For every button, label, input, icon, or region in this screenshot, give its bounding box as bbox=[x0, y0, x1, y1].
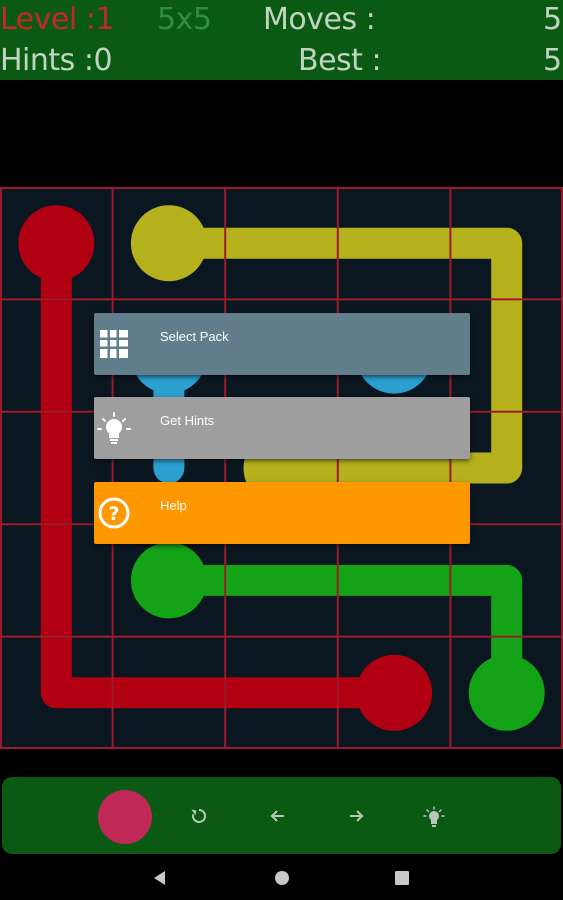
get-hints-label: Get Hints bbox=[160, 413, 215, 428]
help-button[interactable]: ? Help bbox=[94, 482, 470, 544]
hints-label: Hints :0 bbox=[0, 43, 113, 78]
recents-button[interactable] bbox=[390, 866, 414, 890]
current-color-indicator[interactable] bbox=[98, 790, 152, 844]
get-hints-button[interactable]: Get Hints bbox=[94, 397, 470, 459]
system-navigation-bar bbox=[0, 854, 563, 900]
level-label: Level :1 bbox=[0, 2, 114, 37]
home-icon bbox=[275, 871, 289, 885]
back-button[interactable] bbox=[148, 866, 172, 890]
back-icon bbox=[154, 871, 165, 885]
red-endpoint-2 bbox=[356, 654, 433, 731]
previous-level-button[interactable] bbox=[256, 777, 300, 854]
best-label: Best : bbox=[298, 43, 382, 78]
moves-label: Moves : bbox=[263, 2, 376, 37]
undo-icon bbox=[191, 808, 206, 823]
home-button[interactable] bbox=[270, 866, 294, 890]
arrow-left-icon bbox=[270, 810, 284, 822]
select-pack-button[interactable]: Select Pack bbox=[94, 313, 470, 375]
grid-size-label: 5x5 bbox=[157, 2, 212, 37]
bottom-toolbar bbox=[2, 777, 561, 854]
help-circle-icon: ? bbox=[97, 496, 131, 530]
arrow-right-icon bbox=[350, 810, 364, 822]
select-pack-label: Select Pack bbox=[160, 329, 229, 344]
yellow-endpoint-1 bbox=[130, 205, 207, 282]
best-value: 5 bbox=[543, 43, 562, 78]
svg-text:?: ? bbox=[108, 503, 119, 525]
green-endpoint-2 bbox=[468, 654, 545, 731]
lightbulb-icon bbox=[97, 411, 131, 445]
board-canvas[interactable] bbox=[0, 187, 563, 749]
moves-value: 5 bbox=[543, 2, 562, 37]
recents-icon bbox=[395, 871, 409, 885]
game-board[interactable] bbox=[0, 187, 563, 749]
status-header: Level :1 5x5 Moves : 5 Hints :0 Best : 5 bbox=[0, 0, 563, 80]
lightbulb-icon bbox=[423, 806, 445, 827]
next-level-button[interactable] bbox=[334, 777, 378, 854]
grid-icon bbox=[97, 327, 131, 361]
hint-button[interactable] bbox=[411, 777, 455, 854]
red-endpoint-1 bbox=[18, 205, 95, 282]
green-endpoint-1 bbox=[130, 542, 207, 619]
help-label: Help bbox=[160, 498, 187, 513]
undo-button[interactable] bbox=[177, 777, 221, 854]
